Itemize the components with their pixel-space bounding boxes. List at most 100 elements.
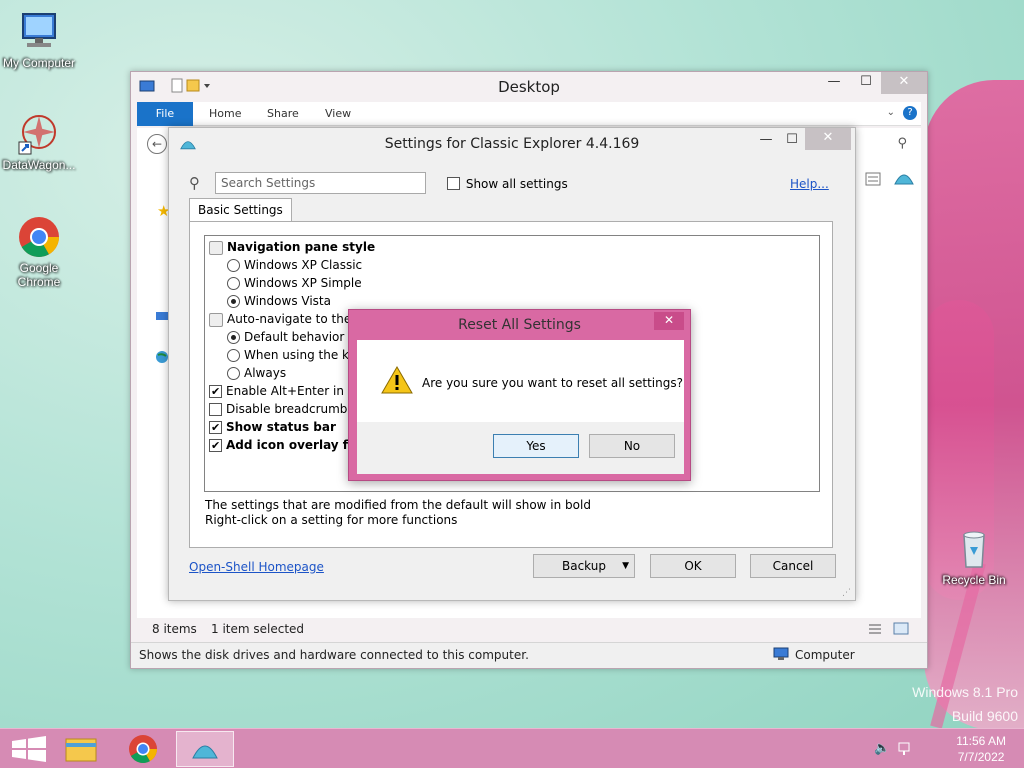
open-shell-homepage-link[interactable]: Open-Shell Homepage bbox=[189, 560, 324, 574]
search-icon[interactable]: ⚲ bbox=[897, 136, 907, 151]
back-arrow-icon[interactable]: ← bbox=[147, 134, 167, 154]
taskbar-classic-explorer-settings[interactable] bbox=[176, 731, 234, 767]
dropdown-arrow-icon: ▼ bbox=[622, 561, 629, 571]
tree-label: Always bbox=[244, 366, 287, 380]
tree-radio-vista[interactable]: Windows Vista bbox=[227, 292, 331, 310]
tab-basic-settings[interactable]: Basic Settings bbox=[189, 198, 292, 222]
radio-button[interactable] bbox=[227, 259, 240, 272]
tab-share[interactable]: Share bbox=[255, 102, 311, 126]
checkbox-checked[interactable] bbox=[209, 437, 222, 455]
bold-settings-note: The settings that are modified from the … bbox=[205, 498, 591, 512]
chrome-icon bbox=[17, 215, 61, 259]
classic-shell-icon bbox=[192, 745, 218, 759]
taskbar: 🔈 11:56 AM 7/7/2022 bbox=[0, 728, 1024, 768]
tree-label: Auto-navigate to the s bbox=[227, 312, 362, 326]
search-settings-icon: ⚲ bbox=[189, 174, 200, 192]
explorer-title: Desktop bbox=[498, 78, 560, 96]
classic-explorer-shell-icon[interactable] bbox=[893, 168, 915, 191]
checkbox-checked[interactable] bbox=[209, 419, 222, 437]
desktop-icon-datawagon[interactable]: DataWagon... bbox=[0, 112, 78, 172]
tree-group-navigation-pane[interactable]: Navigation pane style bbox=[209, 238, 375, 256]
desktop-icon-recycle-bin[interactable]: Recycle Bin bbox=[935, 527, 1013, 587]
minimize-button[interactable]: — bbox=[819, 72, 849, 94]
clock-date: 7/7/2022 bbox=[957, 750, 1005, 764]
cancel-button[interactable]: Cancel bbox=[750, 554, 836, 578]
network-tray-icon[interactable] bbox=[898, 741, 914, 760]
tree-label: Disable breadcrumbs bbox=[226, 402, 354, 416]
settings-group-icon bbox=[209, 312, 223, 327]
settings-close-button[interactable]: ✕ bbox=[805, 128, 851, 150]
warning-icon bbox=[381, 365, 413, 397]
tree-check-alt-enter[interactable]: Enable Alt+Enter in the bbox=[209, 382, 368, 401]
ribbon-expand-icon[interactable]: ⌄ bbox=[887, 107, 895, 118]
tree-label: Default behavior bbox=[244, 330, 345, 344]
reset-dialog-footer: Yes No bbox=[357, 422, 684, 474]
explorer-titlebar[interactable]: Desktop — ☐ ✕ bbox=[131, 72, 927, 102]
reset-all-settings-dialog: Reset All Settings ✕ Are you sure you wa… bbox=[348, 309, 691, 481]
radio-button[interactable] bbox=[227, 367, 240, 380]
explorer-status-bar: 8 items 1 item selected bbox=[137, 620, 921, 640]
clock-time: 11:56 AM bbox=[956, 734, 1006, 748]
backup-button[interactable]: Backup ▼ bbox=[533, 554, 635, 578]
checkbox[interactable] bbox=[209, 403, 222, 416]
view-toggle-icon[interactable] bbox=[865, 172, 881, 189]
volume-muted-icon[interactable]: 🔈 bbox=[874, 741, 890, 756]
tree-label: Enable Alt+Enter in the bbox=[226, 384, 368, 398]
explorer-info-bar: Shows the disk drives and hardware conne… bbox=[131, 642, 927, 668]
large-icons-view-icon[interactable] bbox=[893, 622, 909, 638]
help-link[interactable]: Help... bbox=[790, 177, 829, 191]
tree-check-disable-breadcrumbs[interactable]: Disable breadcrumbs bbox=[209, 400, 354, 418]
tree-group-auto-navigate[interactable]: Auto-navigate to the s bbox=[209, 310, 361, 328]
taskbar-chrome[interactable] bbox=[114, 731, 172, 767]
tab-home[interactable]: Home bbox=[197, 102, 253, 126]
settings-group-icon bbox=[209, 240, 223, 255]
resize-grip-icon[interactable]: ⋰ bbox=[842, 588, 851, 598]
desktop-icon-my-computer[interactable]: My Computer bbox=[0, 10, 78, 70]
wallpaper-flower-main bbox=[924, 80, 1024, 730]
radio-button[interactable] bbox=[227, 277, 240, 290]
tree-radio-always[interactable]: Always bbox=[227, 364, 286, 382]
yes-button[interactable]: Yes bbox=[493, 434, 579, 458]
settings-maximize-button[interactable]: ☐ bbox=[777, 130, 807, 152]
tree-label: When using the ke bbox=[244, 348, 356, 362]
radio-button-selected[interactable] bbox=[227, 295, 240, 308]
tree-radio-xp-simple[interactable]: Windows XP Simple bbox=[227, 274, 362, 292]
desktop-icon-label: Google Chrome bbox=[17, 261, 61, 289]
tab-view[interactable]: View bbox=[313, 102, 363, 126]
radio-button-selected[interactable] bbox=[227, 331, 240, 344]
help-icon[interactable]: ? bbox=[903, 106, 917, 120]
ok-button[interactable]: OK bbox=[650, 554, 736, 578]
item-count: 8 items bbox=[152, 622, 197, 636]
tree-radio-default-behavior[interactable]: Default behavior bbox=[227, 328, 344, 346]
desktop-icon-google-chrome[interactable]: Google Chrome bbox=[0, 215, 78, 289]
checkbox-checked[interactable] bbox=[209, 383, 222, 401]
start-button[interactable] bbox=[0, 731, 58, 767]
network-icon[interactable] bbox=[155, 310, 169, 325]
no-button[interactable]: No bbox=[589, 434, 675, 458]
radio-button[interactable] bbox=[227, 349, 240, 362]
settings-titlebar[interactable]: Settings for Classic Explorer 4.4.169 — … bbox=[169, 128, 855, 160]
windows-edition-watermark: Windows 8.1 Pro bbox=[912, 684, 1018, 700]
computer-small-icon bbox=[773, 647, 789, 664]
close-button[interactable]: ✕ bbox=[881, 72, 927, 94]
reset-dialog-close-button[interactable]: ✕ bbox=[654, 312, 684, 330]
backup-label: Backup bbox=[562, 559, 606, 573]
selection-count: 1 item selected bbox=[211, 622, 305, 636]
folder-icon bbox=[65, 738, 97, 762]
tree-radio-when-using-keyboard[interactable]: When using the ke bbox=[227, 346, 356, 364]
globe-icon[interactable] bbox=[155, 350, 169, 367]
taskbar-file-explorer[interactable] bbox=[52, 731, 110, 767]
tab-file[interactable]: File bbox=[137, 102, 193, 126]
build-watermark: Build 9600 bbox=[951, 708, 1018, 724]
details-view-icon[interactable] bbox=[867, 622, 883, 638]
tree-label: Navigation pane style bbox=[227, 240, 376, 254]
tree-radio-xp-classic[interactable]: Windows XP Classic bbox=[227, 256, 362, 274]
tree-check-show-status-bar[interactable]: Show status bar bbox=[209, 418, 336, 437]
show-all-checkbox-box[interactable] bbox=[447, 177, 460, 190]
show-all-settings-checkbox[interactable]: Show all settings bbox=[447, 176, 568, 191]
search-settings-input[interactable]: Search Settings bbox=[215, 172, 426, 194]
maximize-button[interactable]: ☐ bbox=[851, 72, 881, 94]
datawagon-icon bbox=[17, 112, 61, 156]
taskbar-clock[interactable]: 11:56 AM 7/7/2022 bbox=[956, 733, 1006, 765]
info-bar-location: Computer bbox=[795, 648, 855, 662]
